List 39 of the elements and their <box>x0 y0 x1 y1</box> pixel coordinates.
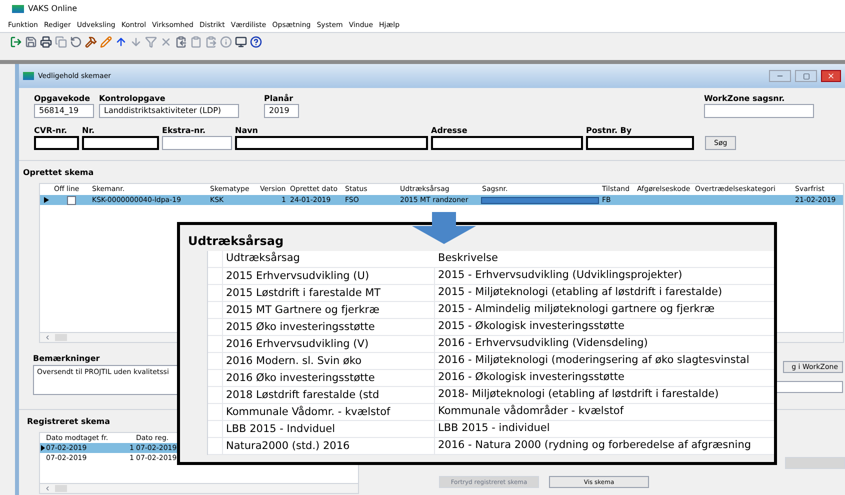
table-cell: LBB 2015 - Indviduel <box>223 421 435 437</box>
table-cell: 2016 Modern. sl. Svin øko <box>223 353 435 369</box>
table-cell-text: 2016 - Økologisk investeringsstøtte <box>437 370 624 386</box>
table-cell: 2018 Løstdrift farestalde (std <box>223 387 435 403</box>
table-cell: 2016 Erhvervsudvikling (V) <box>223 336 435 352</box>
field-label: Navn <box>235 126 260 136</box>
field-label: Opgavekode <box>34 94 92 104</box>
field-label: Ekstra-nr. <box>162 126 207 136</box>
field-label: CVR-nr. <box>34 126 68 136</box>
section-title: Registreret skema <box>27 416 110 428</box>
table-cell-text: 2016 - Natura 2000 (rydning og forberedelse af afgræsning <box>437 438 752 454</box>
table-cell: Natura2000 (std.) 2016 <box>223 438 435 454</box>
table-cell-text: 2015 - Almindelig miljøteknologi gartnere og fjerkræ <box>437 302 715 318</box>
field-label: Postnr. By <box>586 126 633 136</box>
table-cell: 2016 Øko investeringsstøtte <box>223 370 435 386</box>
field-label: Planår <box>264 94 294 104</box>
table-cell-text: 2015 - Erhvervsudvikling (Udviklingsprojekter) <box>437 268 682 284</box>
table-cell-text: 2015 - Miljøteknologi (etabling af løstdrift i farestalde) <box>437 285 722 300</box>
app-title: VAKS Online <box>28 3 78 15</box>
popup-title: Udtræksårsag <box>188 233 285 249</box>
column-header: Beskrivelse <box>437 251 498 266</box>
field-label: Bemærkninger <box>33 353 100 365</box>
table-cell-text: 2016 - Miljøteknologi (moderingsering af øko slagtesvinstal <box>437 353 750 368</box>
field-label: Adresse <box>431 126 468 136</box>
table-cell: 2015 Erhvervsudvikling (U) <box>223 268 435 284</box>
column-header: Udtræksårsag <box>225 251 301 266</box>
table-cell: 2015 Løstdrift i farestalde MT <box>223 285 435 301</box>
table-cell-text: 2018- Miljøteknologi (etabling af løstdrift i farestalde) <box>437 387 719 402</box>
table-cell-text: Kommunale vådområder - kvælstof <box>437 404 624 420</box>
table-cell: 2015 Øko investeringsstøtte <box>223 319 435 335</box>
field-label: Nr. <box>82 126 96 136</box>
table-cell-text: 2015 - Økologisk investeringsstøtte <box>437 319 624 334</box>
table-cell-text: 2016 - Erhvervsudvikling (Vidensdeling) <box>437 336 648 352</box>
field-label: WorkZone sagsnr. <box>704 94 786 104</box>
section-title: Oprettet skema <box>23 167 94 179</box>
field-label: Kontrolopgave <box>99 94 166 104</box>
table-cell: Kommunale Vådomr. - kvælstof <box>223 404 435 420</box>
table-cell-text: LBB 2015 - individuel <box>437 421 550 436</box>
table-cell: 2015 MT Gartnere og fjerkræ <box>223 302 435 318</box>
